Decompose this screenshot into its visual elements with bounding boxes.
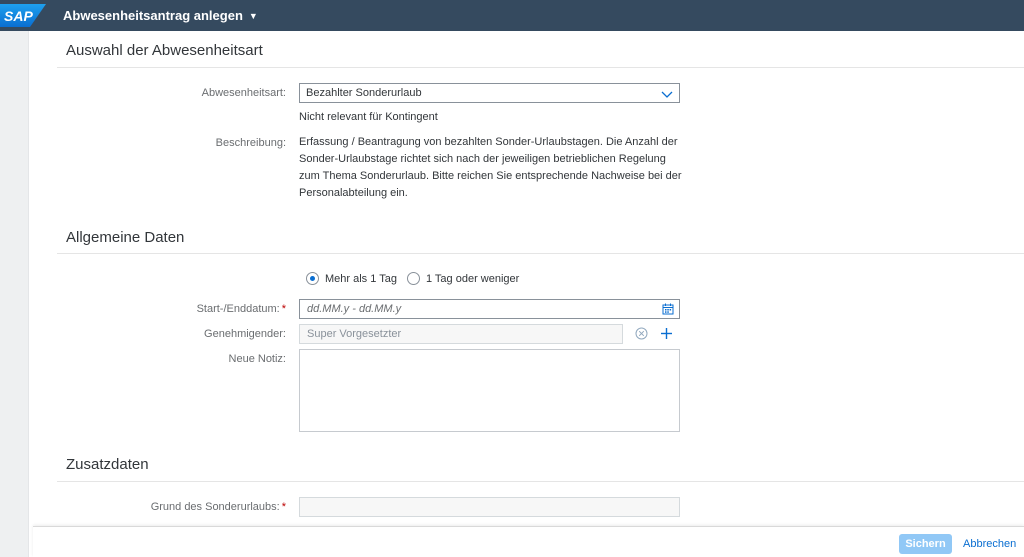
radio-one-day-or-less[interactable] xyxy=(406,272,420,285)
description-line: Erfassung / Beantragung von bezahlten So… xyxy=(299,136,678,148)
shell-bar: SAP Abwesenheitsantrag anlegen ▼ xyxy=(0,0,1024,31)
app-title-menu[interactable]: Abwesenheitsantrag anlegen ▼ xyxy=(63,8,258,23)
date-label: Start-/Enddatum: * xyxy=(196,303,286,315)
duration-radio-group: Mehr als 1 Tag 1 Tag oder weniger xyxy=(306,272,529,285)
sap-logo[interactable]: SAP xyxy=(0,0,46,31)
svg-text:SAP: SAP xyxy=(4,8,33,24)
cancel-button[interactable]: Abbrechen xyxy=(963,534,1016,554)
section-divider xyxy=(57,67,1024,68)
section-title-absence-type: Auswahl der Abwesenheitsart xyxy=(66,42,263,59)
radio-more-than-one-day[interactable] xyxy=(306,272,319,285)
required-marker: * xyxy=(281,501,286,513)
triangle-down-icon: ▼ xyxy=(248,10,258,21)
required-marker: * xyxy=(281,303,286,315)
reason-label: Grund des Sonderurlaubs: * xyxy=(150,501,286,513)
radio-more-label: Mehr als 1 Tag xyxy=(325,272,397,285)
note-label: Neue Notiz: xyxy=(228,353,286,365)
description-text: Erfassung / Beantragung von bezahlten So… xyxy=(299,134,682,202)
date-range-placeholder: dd.MM.y - dd.MM.y xyxy=(307,303,402,315)
app-title: Abwesenheitsantrag anlegen xyxy=(63,8,243,23)
absence-type-value: Bezahlter Sonderurlaub xyxy=(306,87,422,99)
left-gutter xyxy=(0,31,28,557)
date-range-input[interactable]: dd.MM.y - dd.MM.y xyxy=(299,299,680,319)
clear-icon[interactable] xyxy=(635,327,648,345)
description-line: Sonder-Urlaubstage richtet sich nach der… xyxy=(299,153,666,165)
section-title-additional-data: Zusatzdaten xyxy=(66,456,149,473)
section-divider xyxy=(57,253,1024,254)
section-title-general-data: Allgemeine Daten xyxy=(66,229,185,246)
footer-toolbar: Sichern Abbrechen xyxy=(33,526,1024,557)
chevron-down-icon xyxy=(661,87,673,105)
add-icon[interactable] xyxy=(660,327,673,345)
absence-type-select[interactable]: Bezahlter Sonderurlaub xyxy=(299,83,680,103)
approver-label: Genehmigender: xyxy=(204,328,286,340)
description-line: zum Thema Sonderurlaub. Bitte reichen Si… xyxy=(299,170,682,182)
description-line: Personalabteilung ein. xyxy=(299,187,408,199)
approver-input[interactable]: Super Vorgesetzter xyxy=(299,324,623,344)
quota-note: Nicht relevant für Kontingent xyxy=(299,111,438,123)
description-label: Beschreibung: xyxy=(215,137,286,149)
section-divider xyxy=(57,481,1024,482)
save-button[interactable]: Sichern xyxy=(899,534,952,554)
reason-input[interactable] xyxy=(299,497,680,517)
approver-value: Super Vorgesetzter xyxy=(307,328,402,340)
calendar-icon[interactable] xyxy=(662,303,674,321)
note-textarea[interactable] xyxy=(299,349,680,432)
radio-less-label: 1 Tag oder weniger xyxy=(425,272,520,285)
main-content: Auswahl der Abwesenheitsart Abwesenheits… xyxy=(28,31,1024,557)
absence-type-label: Abwesenheitsart: xyxy=(201,87,286,99)
